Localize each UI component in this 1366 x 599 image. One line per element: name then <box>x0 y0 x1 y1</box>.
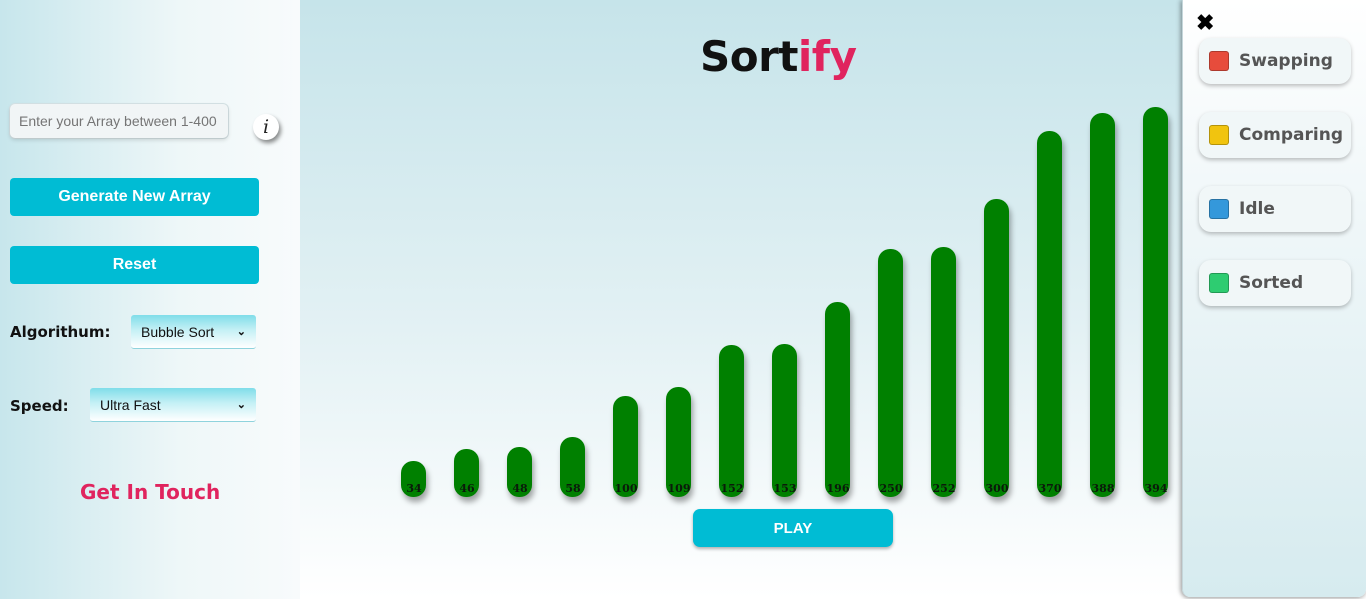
info-icon: i <box>262 116 270 138</box>
algorithm-label: Algorithum: <box>10 323 111 341</box>
bar-value-label: 109 <box>667 482 691 495</box>
array-bar <box>1037 130 1062 497</box>
bar-value-label: 58 <box>565 482 581 495</box>
speed-label: Speed: <box>10 397 69 415</box>
control-sidebar: i Generate New Array Reset Algorithum: B… <box>0 0 300 599</box>
array-bar <box>666 387 691 497</box>
bar-value-label: 46 <box>459 482 475 495</box>
array-input[interactable] <box>10 104 228 138</box>
legend-item-comparing: Comparing <box>1199 112 1351 158</box>
algorithm-select[interactable]: Bubble Sort ⌄ <box>131 315 256 349</box>
bar-value-label: 394 <box>1144 482 1168 495</box>
legend-swatch <box>1209 199 1229 219</box>
legend-label: Comparing <box>1239 125 1343 145</box>
array-bar <box>984 199 1009 497</box>
play-button[interactable]: PLAY <box>693 509 893 547</box>
reset-button[interactable]: Reset <box>10 246 259 284</box>
bar-value-label: 100 <box>614 482 638 495</box>
legend-swatch <box>1209 51 1229 71</box>
get-in-touch-link[interactable]: Get In Touch <box>80 480 220 504</box>
legend-item-sorted: Sorted <box>1199 260 1351 306</box>
bar-value-label: 153 <box>773 482 797 495</box>
legend-item-swapping: Swapping <box>1199 38 1351 84</box>
array-bar <box>719 344 744 497</box>
legend-label: Swapping <box>1239 51 1333 71</box>
bar-value-label: 196 <box>826 482 850 495</box>
bar-value-label: 388 <box>1091 482 1115 495</box>
array-bar <box>931 246 956 497</box>
bar-value-label: 34 <box>406 482 422 495</box>
speed-select[interactable]: Ultra Fast ⌄ <box>90 388 256 422</box>
array-bar <box>1090 112 1115 497</box>
chevron-down-icon: ⌄ <box>236 326 246 338</box>
bar-value-label: 370 <box>1038 482 1062 495</box>
legend-label: Sorted <box>1239 273 1304 293</box>
speed-select-value: Ultra Fast <box>100 396 161 413</box>
bar-value-label: 250 <box>879 482 903 495</box>
legend-label: Idle <box>1239 199 1275 219</box>
chevron-down-icon: ⌄ <box>236 399 246 411</box>
bar-value-label: 152 <box>720 482 744 495</box>
bar-value-label: 300 <box>985 482 1009 495</box>
generate-array-button[interactable]: Generate New Array <box>10 178 259 216</box>
legend-panel: ✖ Swapping Comparing Idle Sorted <box>1182 0 1366 597</box>
array-bar <box>772 343 797 497</box>
bar-value-label: 252 <box>932 482 956 495</box>
bar-value-label: 48 <box>512 482 528 495</box>
legend-swatch <box>1209 273 1229 293</box>
algorithm-select-value: Bubble Sort <box>141 323 215 340</box>
array-bar <box>878 248 903 497</box>
legend-swatch <box>1209 125 1229 145</box>
info-button[interactable]: i <box>253 114 279 140</box>
legend-item-idle: Idle <box>1199 186 1351 232</box>
close-icon[interactable]: ✖ <box>1196 12 1214 34</box>
array-bar <box>1143 106 1168 497</box>
visualizer-area: Sortify 34 46 48 58 100 109 152 153 196 250 252 300… <box>300 0 1182 599</box>
array-bar <box>825 301 850 497</box>
